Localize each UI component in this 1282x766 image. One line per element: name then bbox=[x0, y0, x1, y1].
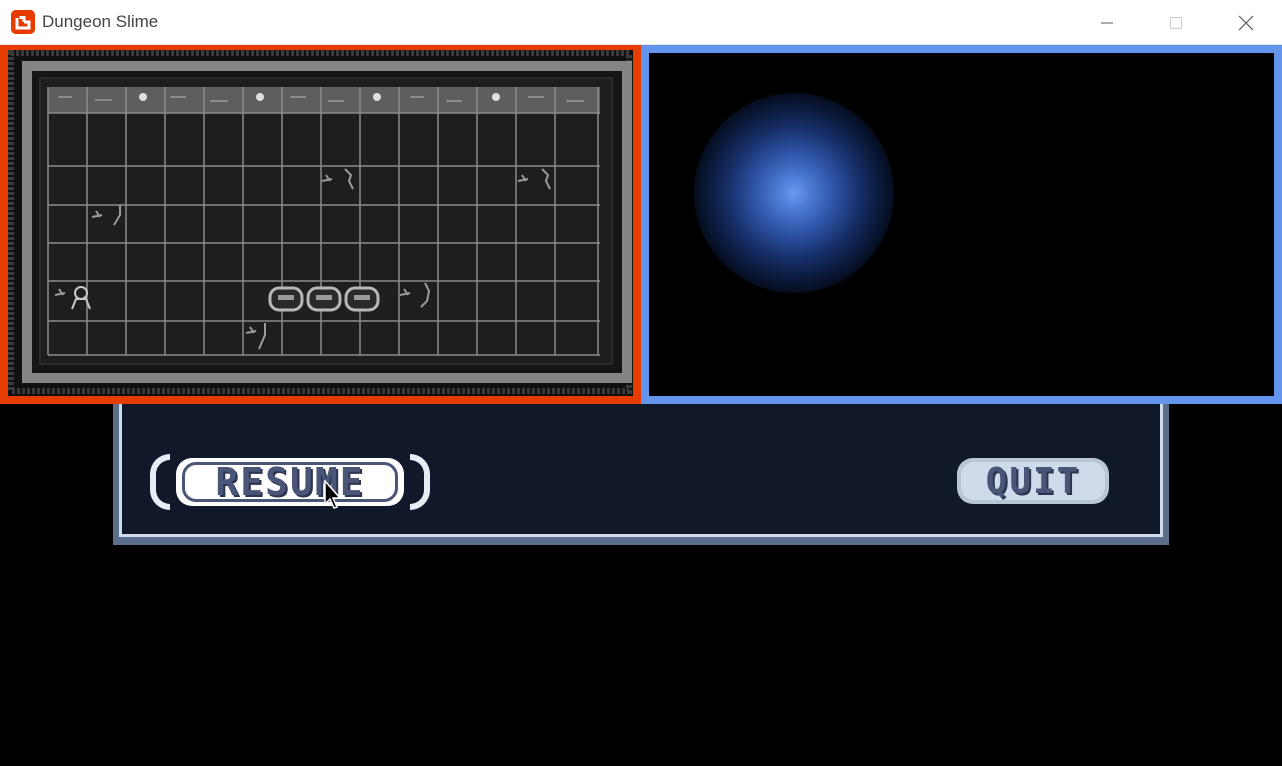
close-icon bbox=[1238, 15, 1254, 30]
window-title: Dungeon Slime bbox=[42, 12, 159, 31]
window-titlebar: Dungeon Slime bbox=[0, 0, 1282, 45]
resume-button[interactable]: RESUME bbox=[148, 454, 432, 510]
dungeon-tilemap bbox=[8, 50, 633, 396]
maximize-button[interactable] bbox=[1141, 0, 1211, 45]
quit-button-label: QUIT bbox=[985, 461, 1081, 502]
minimize-icon bbox=[1101, 22, 1113, 23]
quit-button[interactable]: QUIT bbox=[957, 458, 1109, 504]
left-viewport bbox=[0, 45, 641, 404]
right-viewport bbox=[641, 45, 1282, 404]
light-preview bbox=[649, 53, 1274, 396]
monogame-logo-icon bbox=[11, 10, 35, 34]
maximize-icon bbox=[1170, 16, 1182, 29]
blue-light-glow bbox=[694, 93, 894, 293]
close-button[interactable] bbox=[1211, 0, 1281, 45]
minimize-button[interactable] bbox=[1072, 0, 1142, 45]
mouse-cursor-icon bbox=[324, 480, 342, 509]
resume-button-label: RESUME bbox=[215, 460, 365, 504]
